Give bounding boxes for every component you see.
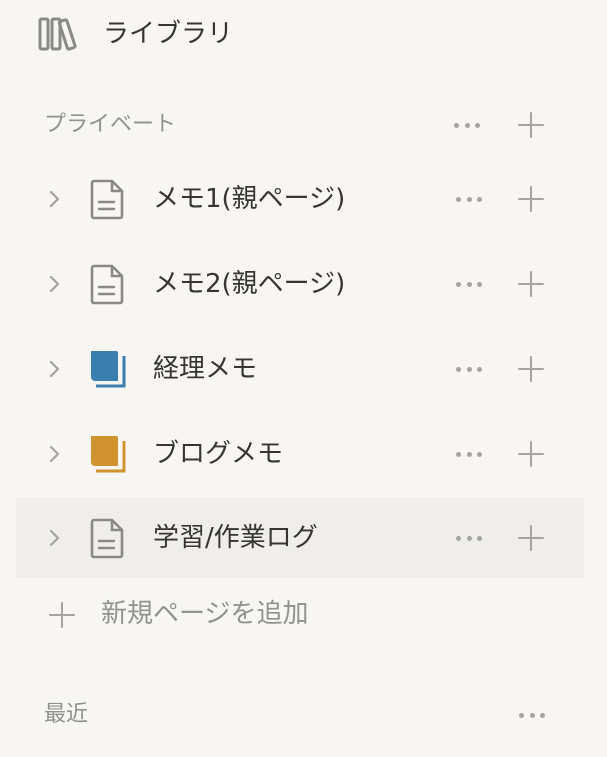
page-title: メモ1(親ページ): [153, 184, 346, 214]
page-item-study-log[interactable]: 学習/作業ログ: [16, 498, 584, 578]
add-page-label: 新規ページを追加: [101, 599, 309, 629]
private-more-icon[interactable]: [452, 110, 482, 140]
page-item-memo1[interactable]: メモ1(親ページ): [16, 159, 584, 239]
book-icon: [91, 436, 126, 473]
sidebar: ライブラリ プライベート メモ1(親ページ) メモ2(親ページ) 経理メモ ブロ…: [0, 0, 607, 757]
more-horizontal-icon[interactable]: [454, 269, 484, 299]
page-title: メモ2(親ページ): [153, 269, 346, 299]
add-page-button[interactable]: 新規ページを追加: [0, 585, 607, 645]
chevron-right-icon[interactable]: [48, 524, 62, 552]
page-title: 経理メモ: [153, 354, 258, 384]
private-section-header: プライベート: [0, 103, 607, 147]
plus-icon[interactable]: [517, 355, 545, 383]
plus-icon[interactable]: [517, 440, 545, 468]
document-icon: [90, 179, 124, 220]
library-link[interactable]: ライブラリ: [0, 0, 607, 70]
more-horizontal-icon[interactable]: [454, 439, 484, 469]
private-section-label: プライベート: [44, 112, 177, 137]
chevron-right-icon[interactable]: [48, 185, 62, 213]
document-icon: [90, 518, 124, 559]
document-icon: [90, 264, 124, 305]
private-add-icon[interactable]: [517, 111, 545, 139]
plus-icon[interactable]: [517, 524, 545, 552]
plus-icon[interactable]: [517, 270, 545, 298]
chevron-right-icon[interactable]: [48, 355, 62, 383]
more-horizontal-icon[interactable]: [454, 184, 484, 214]
recent-section-header: 最近: [0, 693, 607, 737]
page-item-memo2[interactable]: メモ2(親ページ): [16, 244, 584, 324]
more-horizontal-icon[interactable]: [454, 523, 484, 553]
book-icon: [91, 351, 126, 388]
plus-icon: [48, 601, 76, 629]
page-item-blog-memo[interactable]: ブログメモ: [16, 414, 584, 494]
library-label: ライブラリ: [103, 19, 234, 49]
recent-section-label: 最近: [44, 702, 89, 727]
chevron-right-icon[interactable]: [48, 270, 62, 298]
library-icon: [38, 17, 77, 51]
page-title: 学習/作業ログ: [153, 523, 318, 553]
plus-icon[interactable]: [517, 185, 545, 213]
page-title: ブログメモ: [153, 439, 284, 469]
chevron-right-icon[interactable]: [48, 440, 62, 468]
more-horizontal-icon[interactable]: [454, 354, 484, 384]
recent-more-icon[interactable]: [517, 700, 547, 730]
page-item-accounting-memo[interactable]: 経理メモ: [16, 329, 584, 409]
